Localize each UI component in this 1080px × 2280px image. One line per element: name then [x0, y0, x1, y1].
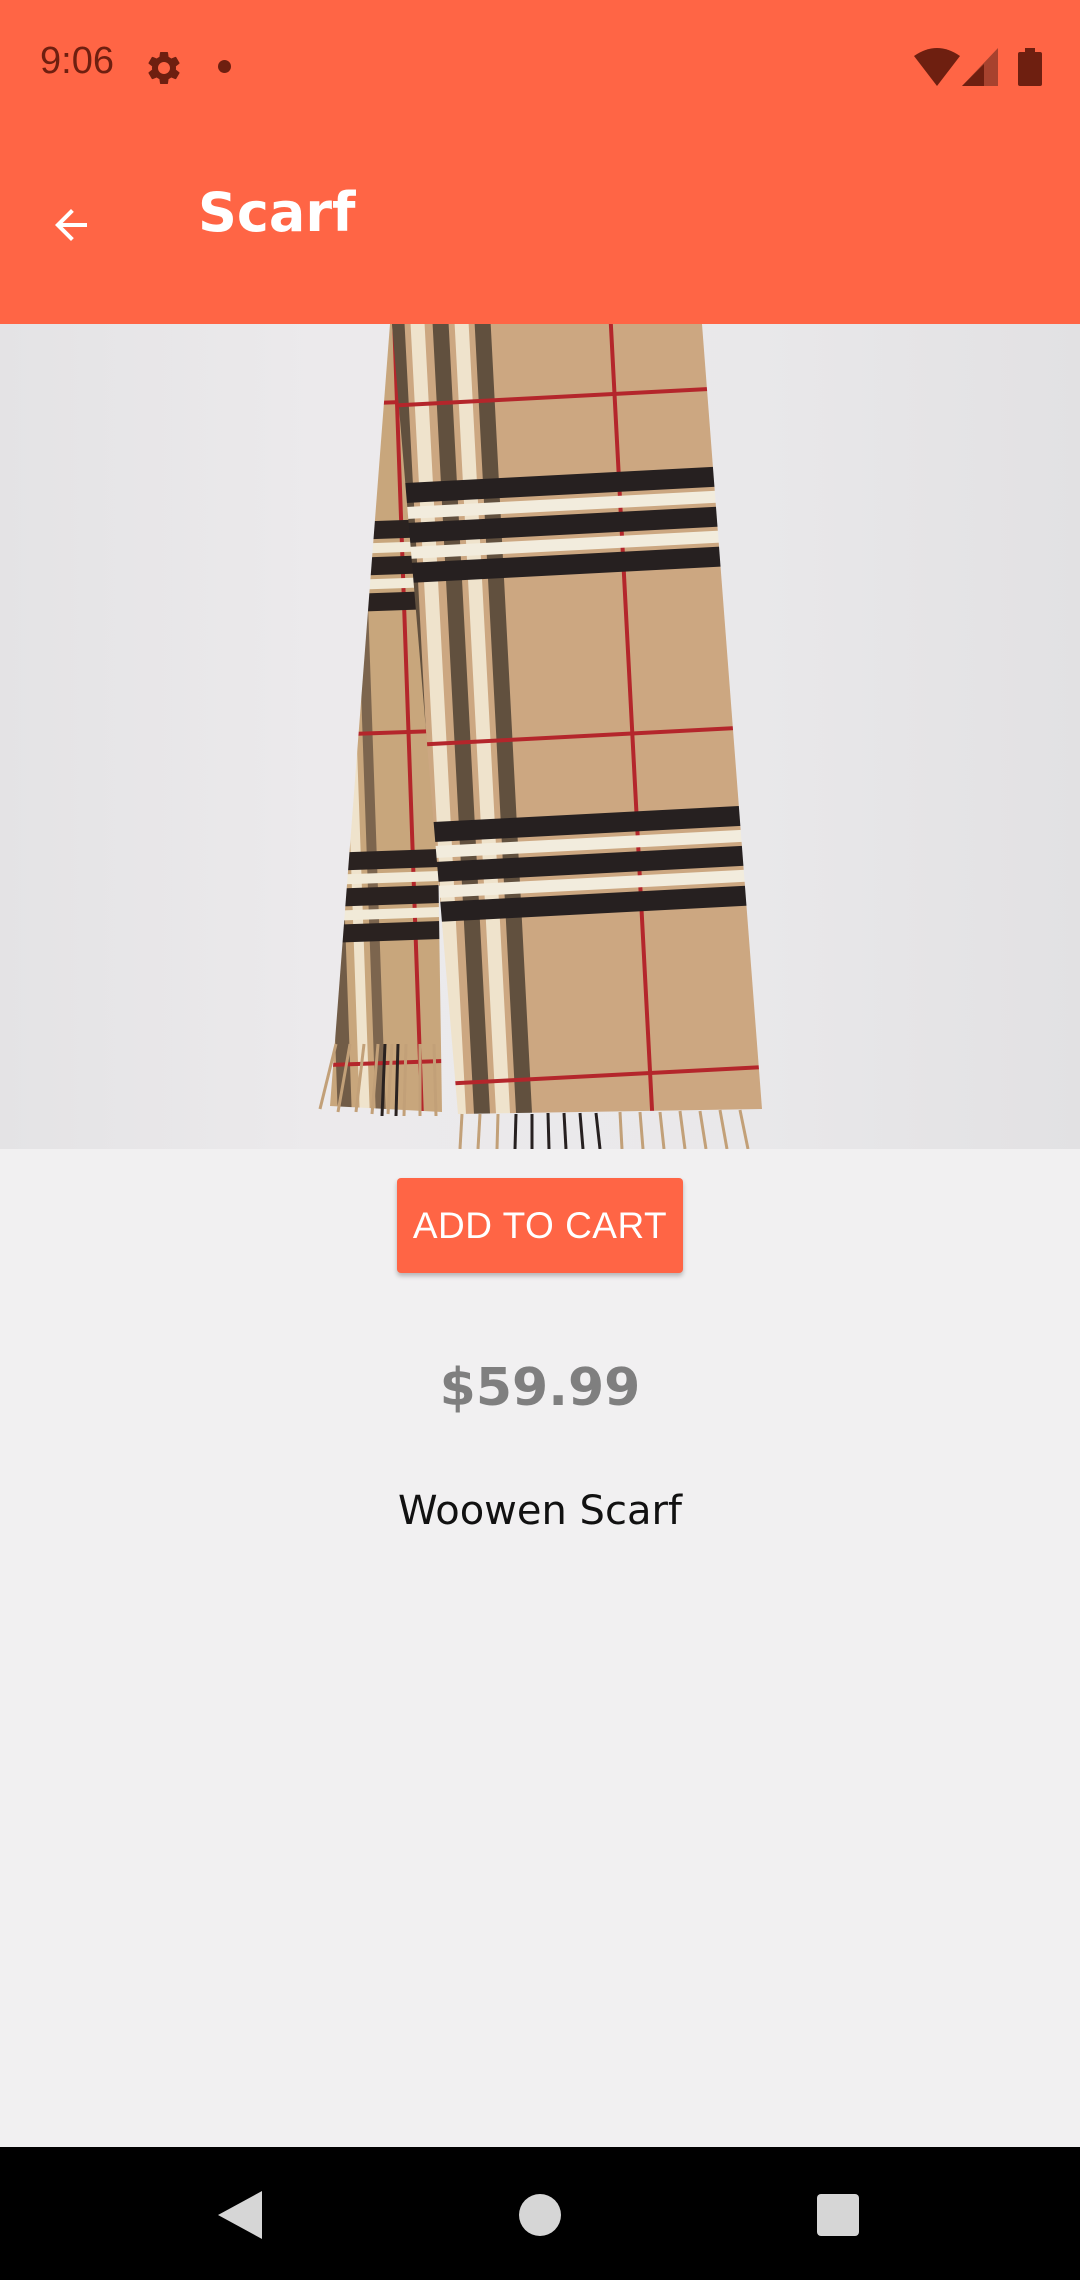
tartan-scarf-image	[318, 324, 762, 1149]
product-image	[0, 324, 1080, 1149]
product-price: $59.99	[439, 1358, 641, 1418]
app-bar: Scarf	[0, 134, 1080, 324]
arrow-left-icon	[55, 209, 87, 241]
add-to-cart-button[interactable]: ADD TO CART	[397, 1178, 683, 1273]
page-title: Scarf	[198, 181, 356, 244]
nav-recents-icon[interactable]	[817, 2194, 859, 2236]
back-button[interactable]	[30, 184, 112, 266]
status-bar: 9:06	[0, 0, 1080, 134]
gear-icon	[148, 51, 180, 84]
product-name: Woowen Scarf	[398, 1488, 682, 1534]
nav-back-icon[interactable]	[218, 2191, 262, 2239]
cell-signal-icon	[962, 48, 998, 86]
system-nav-bar	[0, 2147, 1080, 2280]
nav-home-icon[interactable]	[519, 2194, 561, 2236]
wifi-icon	[914, 48, 960, 86]
product-detail-screen: 9:06 Scarf ADD TO CART $59.99 Woowen Sca…	[0, 0, 1080, 2280]
status-time: 9:06	[40, 40, 114, 82]
notification-dot-icon	[218, 60, 231, 73]
battery-icon	[1018, 48, 1042, 86]
